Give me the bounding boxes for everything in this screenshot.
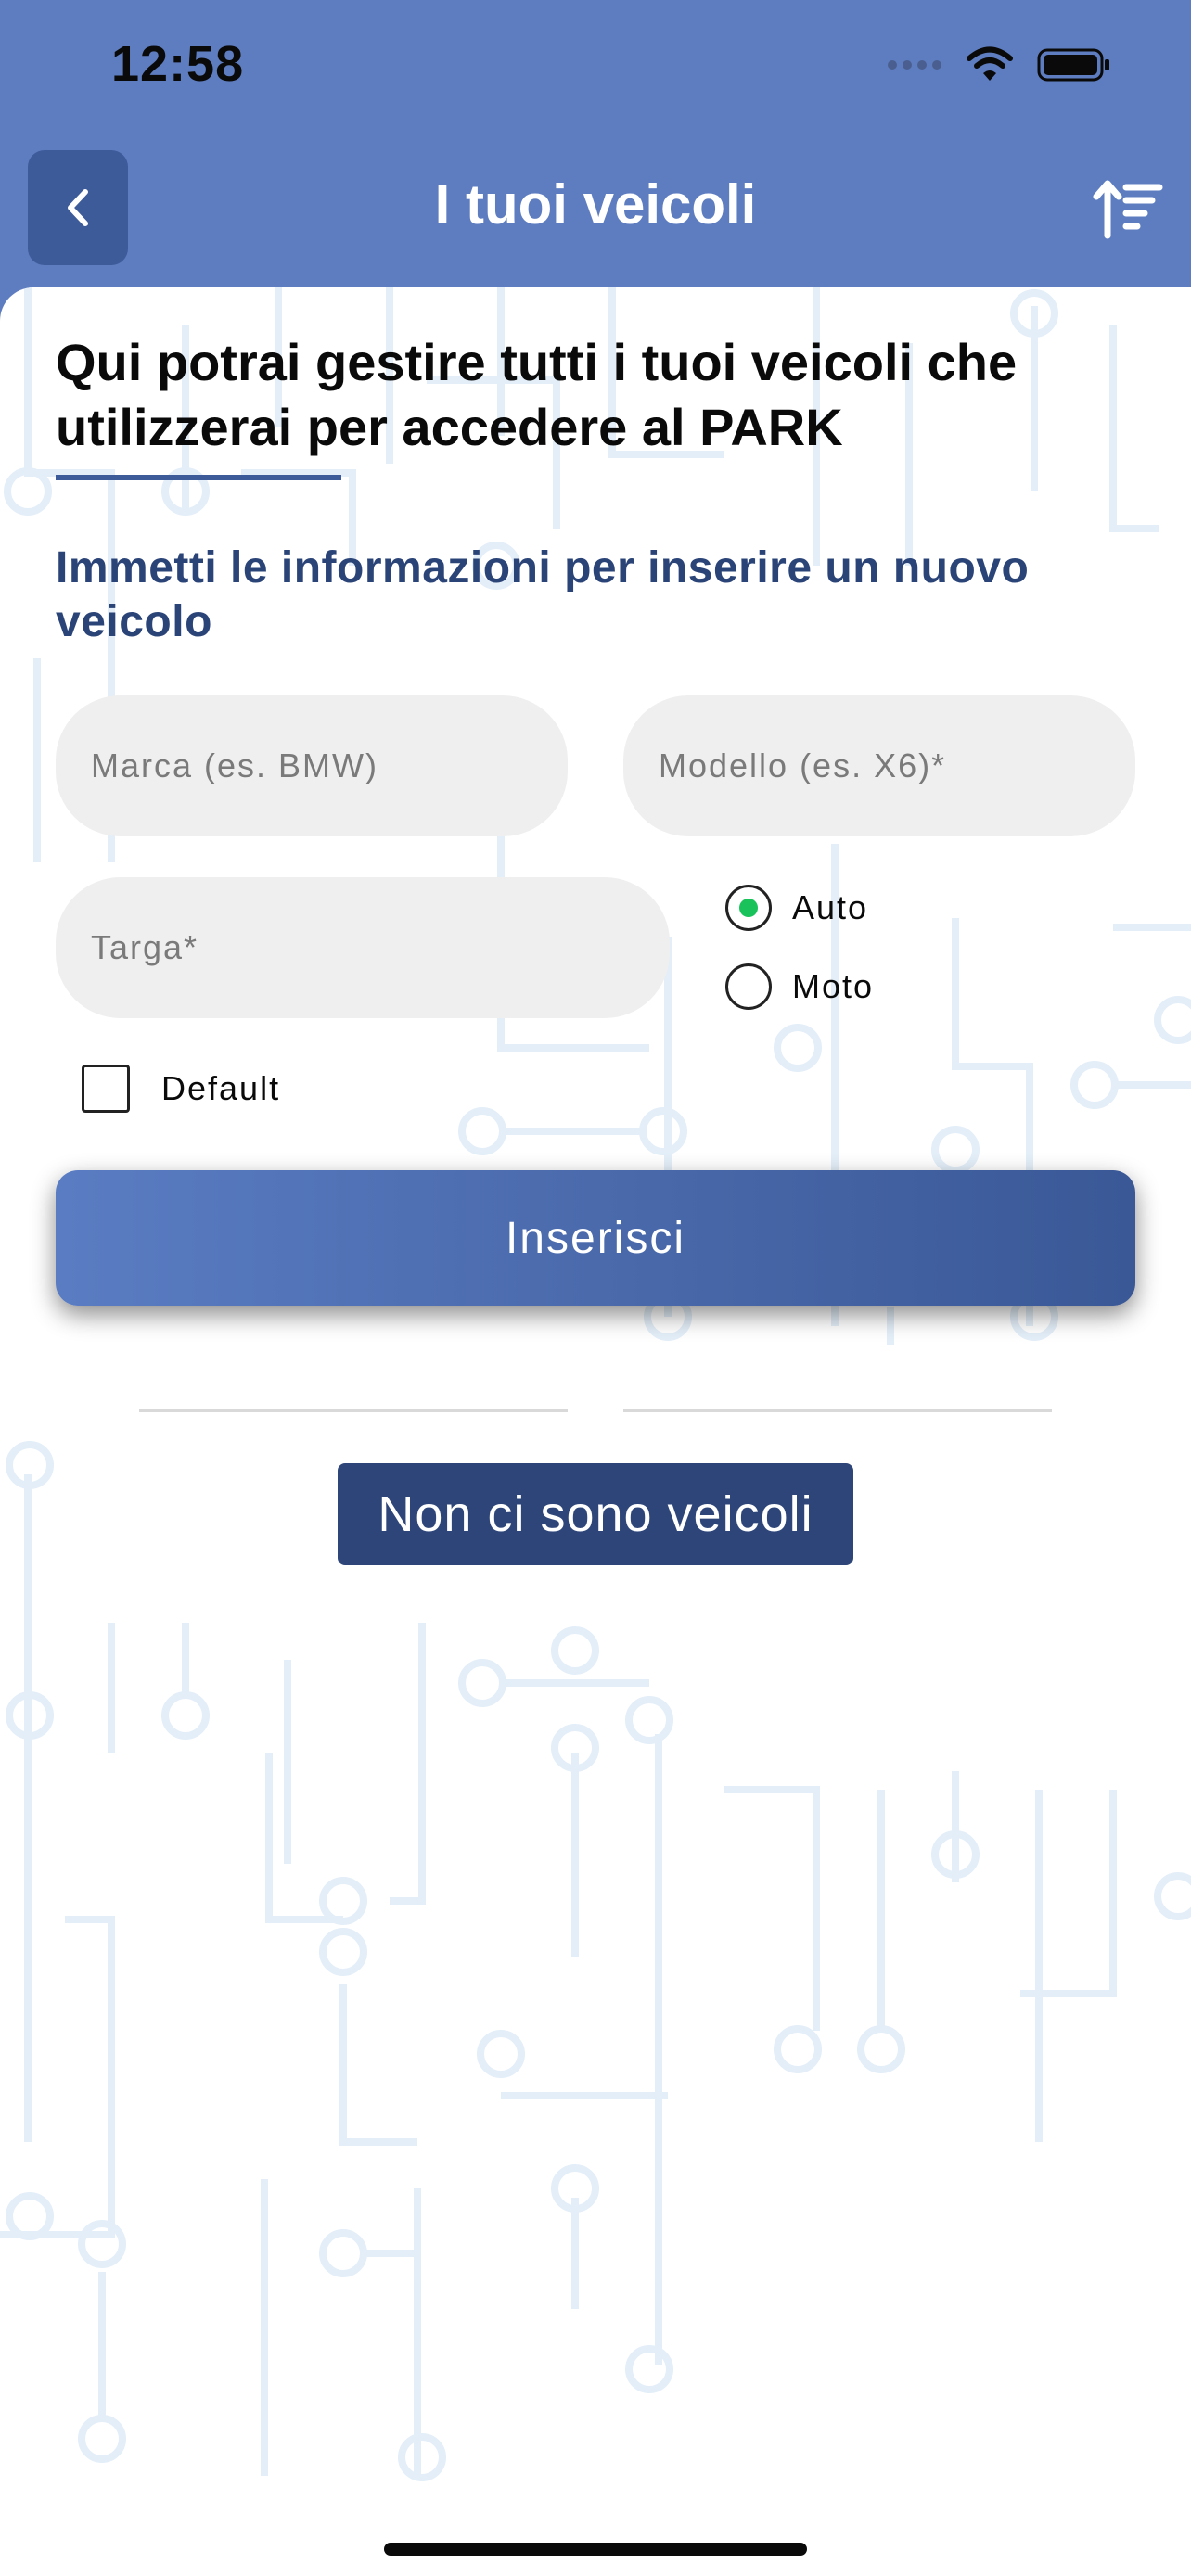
battery-icon	[1037, 48, 1109, 82]
checkbox-icon	[82, 1065, 130, 1113]
form-instruction: Immetti le informazioni per inserire un …	[56, 543, 1030, 646]
radio-unselected-icon	[725, 963, 772, 1010]
home-indicator[interactable]	[384, 2543, 807, 2556]
page-title: I tuoi veicoli	[434, 173, 757, 236]
radio-auto-label: Auto	[792, 888, 869, 926]
plate-input[interactable]: Targa*	[56, 877, 670, 1018]
sort-button[interactable]	[1093, 176, 1163, 241]
status-time: 12:58	[111, 36, 245, 92]
default-checkbox[interactable]: Default	[82, 1065, 280, 1113]
intro-heading: Qui potrai gestire tutti i tuoi veicoli …	[56, 333, 1018, 456]
divider-left	[139, 1409, 568, 1412]
status-bar: 12:58	[0, 0, 1191, 139]
heading-underline	[56, 475, 341, 480]
divider-right	[623, 1409, 1052, 1412]
status-icons	[887, 46, 1111, 83]
sort-icon	[1093, 180, 1163, 239]
radio-moto-label: Moto	[792, 967, 875, 1005]
wifi-icon	[967, 46, 1013, 81]
signal-icon	[888, 60, 941, 70]
radio-auto[interactable]: Auto	[725, 885, 868, 931]
app-header: I tuoi veicoli	[0, 139, 1191, 287]
main-content: Qui potrai gestire tutti i tuoi veicoli …	[0, 287, 1191, 2576]
brand-placeholder: Marca (es. BMW)	[91, 746, 379, 784]
model-input[interactable]: Modello (es. X6)*	[623, 695, 1135, 836]
insert-button[interactable]: Inserisci	[56, 1170, 1135, 1306]
radio-moto[interactable]: Moto	[725, 963, 874, 1010]
radio-selected-icon	[725, 885, 772, 931]
brand-input[interactable]: Marca (es. BMW)	[56, 695, 568, 836]
insert-button-label: Inserisci	[505, 1213, 686, 1263]
plate-placeholder: Targa*	[91, 928, 199, 966]
default-label: Default	[161, 1069, 281, 1107]
model-placeholder: Modello (es. X6)*	[659, 746, 947, 784]
empty-vehicles-message: Non ci sono veicoli	[338, 1463, 853, 1565]
